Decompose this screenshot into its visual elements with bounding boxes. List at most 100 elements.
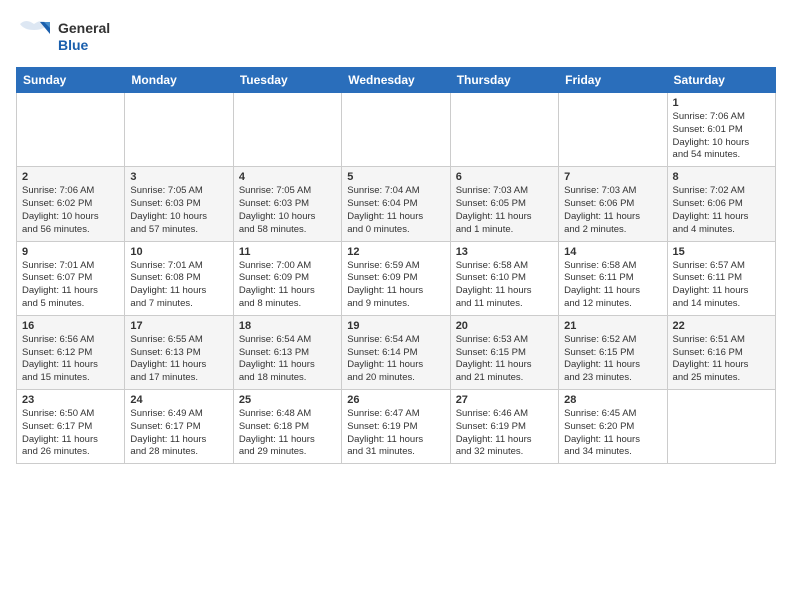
day-info: Sunrise: 6:58 AM Sunset: 6:11 PM Dayligh… [564,260,661,311]
calendar-cell: 8 Sunrise: 7:02 AM Sunset: 6:06 PM Daylig… [667,167,775,241]
day-number: 21 [564,320,661,332]
logo-words: General Blue [58,20,110,52]
day-info: Sunrise: 6:59 AM Sunset: 6:09 PM Dayligh… [347,260,444,311]
day-number: 24 [130,394,227,406]
header: General Blue [16,16,776,57]
header-row: SundayMondayTuesdayWednesdayThursdayFrid… [17,68,776,93]
day-info: Sunrise: 7:03 AM Sunset: 6:05 PM Dayligh… [456,185,553,236]
calendar-cell: 25 Sunrise: 6:48 AM Sunset: 6:18 PM Dayli… [233,390,341,464]
calendar-cell: 24Sunrise: 6:49 AM Sunset: 6:17 PM Dayli… [125,390,233,464]
day-number: 18 [239,320,336,332]
calendar-cell: 28 Sunrise: 6:45 AM Sunset: 6:20 PM Dayli… [559,390,667,464]
logo-svg [16,16,52,57]
day-info: Sunrise: 7:04 AM Sunset: 6:04 PM Dayligh… [347,185,444,236]
calendar-cell: 10 Sunrise: 7:01 AM Sunset: 6:08 PM Dayli… [125,241,233,315]
day-number: 6 [456,171,553,183]
calendar-cell [559,93,667,167]
week-row-2: 2Sunrise: 7:06 AM Sunset: 6:02 PM Daylig… [17,167,776,241]
calendar-cell: 20 Sunrise: 6:53 AM Sunset: 6:15 PM Dayli… [450,315,558,389]
day-info: Sunrise: 6:58 AM Sunset: 6:10 PM Dayligh… [456,260,553,311]
calendar-cell [450,93,558,167]
day-info: Sunrise: 6:46 AM Sunset: 6:19 PM Dayligh… [456,408,553,459]
calendar-header: SundayMondayTuesdayWednesdayThursdayFrid… [17,68,776,93]
calendar-cell: 23 Sunrise: 6:50 AM Sunset: 6:17 PM Dayli… [17,390,125,464]
day-number: 13 [456,246,553,258]
day-info: Sunrise: 6:53 AM Sunset: 6:15 PM Dayligh… [456,334,553,385]
page: General Blue SundayMondayTuesdayWednesda… [0,0,792,474]
day-number: 25 [239,394,336,406]
day-number: 23 [22,394,119,406]
calendar-cell: 27 Sunrise: 6:46 AM Sunset: 6:19 PM Dayli… [450,390,558,464]
calendar-cell: 14Sunrise: 6:58 AM Sunset: 6:11 PM Dayli… [559,241,667,315]
day-info: Sunrise: 6:45 AM Sunset: 6:20 PM Dayligh… [564,408,661,459]
day-info: Sunrise: 7:01 AM Sunset: 6:07 PM Dayligh… [22,260,119,311]
header-day-tuesday: Tuesday [233,68,341,93]
day-info: Sunrise: 7:06 AM Sunset: 6:01 PM Dayligh… [673,111,770,162]
calendar-table: SundayMondayTuesdayWednesdayThursdayFrid… [16,67,776,464]
week-row-5: 23 Sunrise: 6:50 AM Sunset: 6:17 PM Dayli… [17,390,776,464]
header-day-friday: Friday [559,68,667,93]
calendar-cell: 12 Sunrise: 6:59 AM Sunset: 6:09 PM Dayli… [342,241,450,315]
day-info: Sunrise: 6:54 AM Sunset: 6:14 PM Dayligh… [347,334,444,385]
calendar-cell: 4 Sunrise: 7:05 AM Sunset: 6:03 PM Daylig… [233,167,341,241]
day-info: Sunrise: 7:05 AM Sunset: 6:03 PM Dayligh… [130,185,227,236]
day-number: 8 [673,171,770,183]
day-number: 3 [130,171,227,183]
day-info: Sunrise: 7:05 AM Sunset: 6:03 PM Dayligh… [239,185,336,236]
calendar-cell: 7 Sunrise: 7:03 AM Sunset: 6:06 PM Daylig… [559,167,667,241]
header-day-sunday: Sunday [17,68,125,93]
calendar-body: 1 Sunrise: 7:06 AM Sunset: 6:01 PM Daylig… [17,93,776,464]
day-info: Sunrise: 6:54 AM Sunset: 6:13 PM Dayligh… [239,334,336,385]
calendar-cell: 18 Sunrise: 6:54 AM Sunset: 6:13 PM Dayli… [233,315,341,389]
week-row-3: 9 Sunrise: 7:01 AM Sunset: 6:07 PM Daylig… [17,241,776,315]
calendar-cell [233,93,341,167]
day-number: 9 [22,246,119,258]
day-info: Sunrise: 7:01 AM Sunset: 6:08 PM Dayligh… [130,260,227,311]
day-info: Sunrise: 6:47 AM Sunset: 6:19 PM Dayligh… [347,408,444,459]
day-number: 11 [239,246,336,258]
day-number: 12 [347,246,444,258]
day-number: 7 [564,171,661,183]
header-day-monday: Monday [125,68,233,93]
day-number: 1 [673,97,770,109]
day-info: Sunrise: 6:52 AM Sunset: 6:15 PM Dayligh… [564,334,661,385]
day-number: 5 [347,171,444,183]
calendar-cell: 11 Sunrise: 7:00 AM Sunset: 6:09 PM Dayli… [233,241,341,315]
week-row-4: 16 Sunrise: 6:56 AM Sunset: 6:12 PM Dayli… [17,315,776,389]
day-info: Sunrise: 6:51 AM Sunset: 6:16 PM Dayligh… [673,334,770,385]
day-number: 27 [456,394,553,406]
calendar-cell: 17Sunrise: 6:55 AM Sunset: 6:13 PM Dayli… [125,315,233,389]
calendar-cell: 22Sunrise: 6:51 AM Sunset: 6:16 PM Dayli… [667,315,775,389]
day-info: Sunrise: 7:03 AM Sunset: 6:06 PM Dayligh… [564,185,661,236]
day-number: 28 [564,394,661,406]
header-day-wednesday: Wednesday [342,68,450,93]
day-info: Sunrise: 7:02 AM Sunset: 6:06 PM Dayligh… [673,185,770,236]
day-number: 16 [22,320,119,332]
header-day-thursday: Thursday [450,68,558,93]
calendar-cell: 1 Sunrise: 7:06 AM Sunset: 6:01 PM Daylig… [667,93,775,167]
calendar-cell: 5 Sunrise: 7:04 AM Sunset: 6:04 PM Daylig… [342,167,450,241]
calendar-cell: 9 Sunrise: 7:01 AM Sunset: 6:07 PM Daylig… [17,241,125,315]
day-info: Sunrise: 6:56 AM Sunset: 6:12 PM Dayligh… [22,334,119,385]
day-info: Sunrise: 7:06 AM Sunset: 6:02 PM Dayligh… [22,185,119,236]
calendar-cell: 13 Sunrise: 6:58 AM Sunset: 6:10 PM Dayli… [450,241,558,315]
day-info: Sunrise: 6:48 AM Sunset: 6:18 PM Dayligh… [239,408,336,459]
day-info: Sunrise: 6:50 AM Sunset: 6:17 PM Dayligh… [22,408,119,459]
calendar-cell [17,93,125,167]
calendar-cell: 2Sunrise: 7:06 AM Sunset: 6:02 PM Daylig… [17,167,125,241]
calendar-cell [125,93,233,167]
day-number: 15 [673,246,770,258]
header-day-saturday: Saturday [667,68,775,93]
calendar-cell [667,390,775,464]
logo: General Blue [16,16,110,57]
day-info: Sunrise: 6:57 AM Sunset: 6:11 PM Dayligh… [673,260,770,311]
week-row-1: 1 Sunrise: 7:06 AM Sunset: 6:01 PM Daylig… [17,93,776,167]
day-number: 4 [239,171,336,183]
calendar-cell [342,93,450,167]
calendar-cell: 16 Sunrise: 6:56 AM Sunset: 6:12 PM Dayli… [17,315,125,389]
day-info: Sunrise: 7:00 AM Sunset: 6:09 PM Dayligh… [239,260,336,311]
day-number: 10 [130,246,227,258]
day-number: 26 [347,394,444,406]
day-info: Sunrise: 6:55 AM Sunset: 6:13 PM Dayligh… [130,334,227,385]
day-number: 20 [456,320,553,332]
